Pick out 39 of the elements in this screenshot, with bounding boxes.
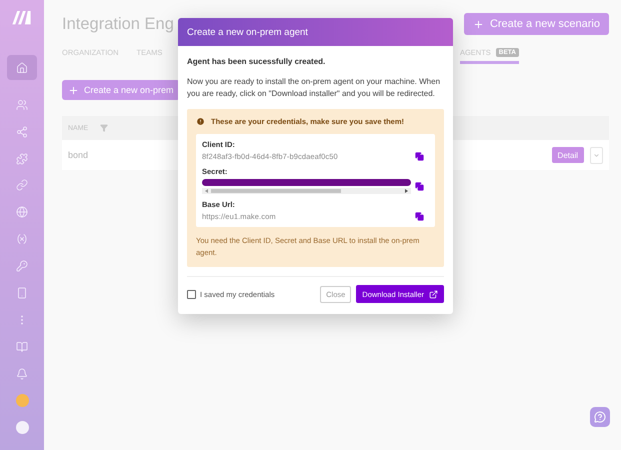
globe-icon <box>16 206 28 218</box>
phone-icon <box>16 287 28 300</box>
copy-icon[interactable] <box>415 152 424 161</box>
copy-icon[interactable] <box>415 212 424 221</box>
caret-icon <box>593 152 600 158</box>
copy-icon[interactable] <box>415 182 424 191</box>
book-icon <box>16 340 28 353</box>
create-agent-button[interactable]: Create a new on-prem <box>62 80 180 100</box>
puzzle-icon <box>16 152 28 164</box>
detail-button[interactable]: Detail <box>552 147 584 163</box>
success-message: Agent has been sucessfully created. <box>187 57 326 66</box>
plus-icon <box>472 18 484 30</box>
dropdown-button[interactable] <box>590 146 603 164</box>
link-icon <box>16 179 28 192</box>
help-chat-button[interactable] <box>590 407 610 427</box>
dialog-title: Create a new on-prem agent <box>187 26 308 38</box>
scroll-right-icon[interactable] <box>405 189 408 193</box>
help-icon <box>16 394 28 408</box>
warning-icon <box>196 117 205 126</box>
page-title: Integration Eng <box>62 14 174 34</box>
external-link-icon <box>429 290 438 298</box>
checkbox[interactable] <box>187 290 196 298</box>
avatar-icon <box>16 421 28 434</box>
bell-icon <box>16 368 28 380</box>
filter-icon[interactable] <box>100 124 108 132</box>
home-icon <box>16 62 28 74</box>
scrollbar-thumb[interactable] <box>211 189 341 193</box>
instructions-text: Now you are ready to install the on-prem agent on your machine. When you are ready, click on "Download installer" and you will be redirected. <box>187 76 442 100</box>
plus-icon <box>68 84 79 96</box>
help-chat-icon <box>594 411 606 423</box>
create-scenario-button[interactable]: Create a new scenario <box>464 13 609 35</box>
table-cell: bond <box>68 150 88 160</box>
key-icon <box>16 260 28 272</box>
share-icon <box>16 126 28 138</box>
users-icon <box>16 98 28 111</box>
scroll-left-icon[interactable] <box>205 189 208 193</box>
sidebar-item[interactable] <box>7 55 37 80</box>
function-icon <box>16 233 28 246</box>
logo-icon <box>11 10 33 26</box>
